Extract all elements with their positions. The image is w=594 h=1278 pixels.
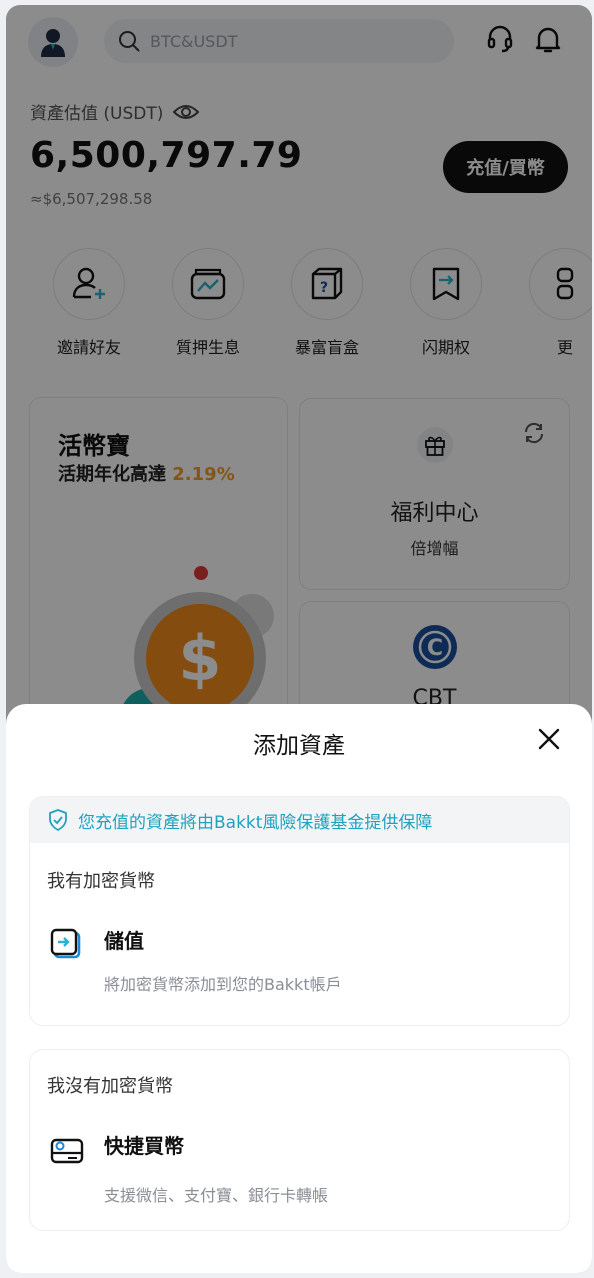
close-icon [538, 728, 560, 750]
section-title: 我沒有加密貨幣 [47, 1076, 173, 1097]
quick-buy-option[interactable]: 快捷買幣 支援微信、支付寶、銀行卡轉帳 [30, 1124, 569, 1220]
sheet-title: 添加資產 [253, 733, 345, 759]
add-asset-sheet: 添加資產 您充值的資產將由Bakkt風險保護基金提供保障 我有加密貨幣 儲值 將… [6, 704, 592, 1273]
have-crypto-panel: 您充值的資產將由Bakkt風險保護基金提供保障 我有加密貨幣 儲值 將加密貨幣添… [29, 796, 570, 1026]
card-payment-icon [50, 1138, 84, 1164]
deposit-icon [50, 928, 81, 959]
option-description: 將加密貨幣添加到您的Bakkt帳戶 [104, 975, 342, 994]
no-crypto-panel: 我沒有加密貨幣 快捷買幣 支援微信、支付寶、銀行卡轉帳 [29, 1049, 570, 1231]
option-title: 儲值 [104, 929, 144, 953]
section-title: 我有加密貨幣 [47, 871, 155, 892]
option-title: 快捷買幣 [104, 1134, 184, 1158]
close-button[interactable] [534, 724, 564, 754]
option-description: 支援微信、支付寶、銀行卡轉帳 [104, 1186, 329, 1205]
app-screen: BTC&USDT 資產估值 (USDT) 6,500,797.79 ≈$6,50… [6, 5, 592, 1273]
protection-notice-text: 您充值的資產將由Bakkt風險保護基金提供保障 [78, 812, 433, 833]
deposit-option[interactable]: 儲值 將加密貨幣添加到您的Bakkt帳戶 [30, 917, 569, 1013]
protection-notice: 您充值的資產將由Bakkt風險保護基金提供保障 [30, 797, 569, 843]
shield-check-icon [49, 809, 67, 831]
